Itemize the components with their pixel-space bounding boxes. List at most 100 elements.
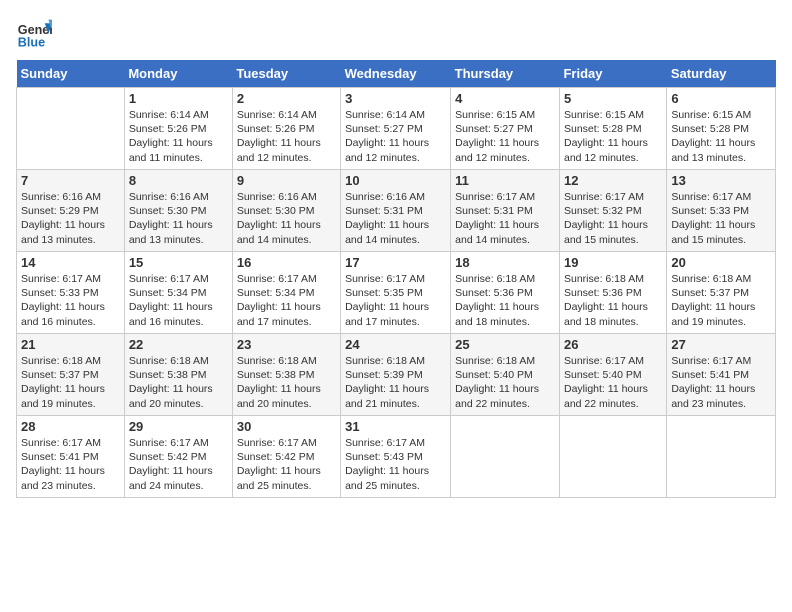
calendar-cell: 5 Sunrise: 6:15 AM Sunset: 5:28 PM Daylig… [559,88,666,170]
day-number: 4 [455,91,555,106]
page-header: General Blue [16,16,776,52]
calendar-cell: 30 Sunrise: 6:17 AM Sunset: 5:42 PM Dayli… [232,416,340,498]
day-number: 15 [129,255,228,270]
day-number: 26 [564,337,662,352]
calendar-cell [667,416,776,498]
col-header-wednesday: Wednesday [341,60,451,88]
calendar-cell: 9 Sunrise: 6:16 AM Sunset: 5:30 PM Daylig… [232,170,340,252]
day-info: Sunrise: 6:16 AM Sunset: 5:30 PM Dayligh… [129,190,228,247]
calendar-cell: 14Sunrise: 6:17 AM Sunset: 5:33 PM Dayli… [17,252,125,334]
calendar-cell: 2 Sunrise: 6:14 AM Sunset: 5:26 PM Daylig… [232,88,340,170]
day-info: Sunrise: 6:18 AM Sunset: 5:36 PM Dayligh… [564,272,662,329]
day-info: Sunrise: 6:17 AM Sunset: 5:34 PM Dayligh… [237,272,336,329]
day-number: 28 [21,419,120,434]
col-header-tuesday: Tuesday [232,60,340,88]
day-info: Sunrise: 6:15 AM Sunset: 5:27 PM Dayligh… [455,108,555,165]
day-info: Sunrise: 6:17 AM Sunset: 5:40 PM Dayligh… [564,354,662,411]
col-header-saturday: Saturday [667,60,776,88]
calendar-cell: 28Sunrise: 6:17 AM Sunset: 5:41 PM Dayli… [17,416,125,498]
day-number: 9 [237,173,336,188]
day-number: 30 [237,419,336,434]
calendar-cell: 16 Sunrise: 6:17 AM Sunset: 5:34 PM Dayli… [232,252,340,334]
day-info: Sunrise: 6:18 AM Sunset: 5:37 PM Dayligh… [671,272,771,329]
day-info: Sunrise: 6:16 AM Sunset: 5:31 PM Dayligh… [345,190,446,247]
col-header-thursday: Thursday [451,60,560,88]
calendar-cell: 27Sunrise: 6:17 AM Sunset: 5:41 PM Dayli… [667,334,776,416]
col-header-sunday: Sunday [17,60,125,88]
calendar-cell: 18Sunrise: 6:18 AM Sunset: 5:36 PM Dayli… [451,252,560,334]
calendar-cell: 11 Sunrise: 6:17 AM Sunset: 5:31 PM Dayli… [451,170,560,252]
day-number: 12 [564,173,662,188]
calendar-cell: 24Sunrise: 6:18 AM Sunset: 5:39 PM Dayli… [341,334,451,416]
day-info: Sunrise: 6:14 AM Sunset: 5:26 PM Dayligh… [237,108,336,165]
day-info: Sunrise: 6:17 AM Sunset: 5:32 PM Dayligh… [564,190,662,247]
calendar-cell: 3Sunrise: 6:14 AM Sunset: 5:27 PM Daylig… [341,88,451,170]
day-info: Sunrise: 6:18 AM Sunset: 5:38 PM Dayligh… [237,354,336,411]
day-number: 7 [21,173,120,188]
day-number: 31 [345,419,446,434]
calendar-cell: 23 Sunrise: 6:18 AM Sunset: 5:38 PM Dayli… [232,334,340,416]
calendar-cell: 6 Sunrise: 6:15 AM Sunset: 5:28 PM Daylig… [667,88,776,170]
calendar-cell: 31 Sunrise: 6:17 AM Sunset: 5:43 PM Dayli… [341,416,451,498]
day-number: 13 [671,173,771,188]
day-info: Sunrise: 6:17 AM Sunset: 5:33 PM Dayligh… [671,190,771,247]
week-row-4: 21 Sunrise: 6:18 AM Sunset: 5:37 PM Dayli… [17,334,776,416]
calendar-cell: 26 Sunrise: 6:17 AM Sunset: 5:40 PM Dayli… [559,334,666,416]
day-info: Sunrise: 6:17 AM Sunset: 5:35 PM Dayligh… [345,272,446,329]
day-info: Sunrise: 6:18 AM Sunset: 5:40 PM Dayligh… [455,354,555,411]
calendar-cell: 12 Sunrise: 6:17 AM Sunset: 5:32 PM Dayli… [559,170,666,252]
col-header-friday: Friday [559,60,666,88]
calendar-cell: 15 Sunrise: 6:17 AM Sunset: 5:34 PM Dayli… [124,252,232,334]
logo: General Blue [16,16,52,52]
calendar-cell: 29Sunrise: 6:17 AM Sunset: 5:42 PM Dayli… [124,416,232,498]
day-info: Sunrise: 6:16 AM Sunset: 5:29 PM Dayligh… [21,190,120,247]
calendar-cell: 1Sunrise: 6:14 AM Sunset: 5:26 PM Daylig… [124,88,232,170]
day-number: 8 [129,173,228,188]
calendar-cell: 25 Sunrise: 6:18 AM Sunset: 5:40 PM Dayli… [451,334,560,416]
day-info: Sunrise: 6:18 AM Sunset: 5:38 PM Dayligh… [129,354,228,411]
calendar-cell: 19 Sunrise: 6:18 AM Sunset: 5:36 PM Dayli… [559,252,666,334]
week-row-5: 28Sunrise: 6:17 AM Sunset: 5:41 PM Dayli… [17,416,776,498]
day-number: 29 [129,419,228,434]
day-number: 24 [345,337,446,352]
day-number: 23 [237,337,336,352]
day-number: 6 [671,91,771,106]
calendar-cell: 7 Sunrise: 6:16 AM Sunset: 5:29 PM Daylig… [17,170,125,252]
day-number: 16 [237,255,336,270]
week-row-3: 14Sunrise: 6:17 AM Sunset: 5:33 PM Dayli… [17,252,776,334]
day-info: Sunrise: 6:16 AM Sunset: 5:30 PM Dayligh… [237,190,336,247]
calendar-cell: 10 Sunrise: 6:16 AM Sunset: 5:31 PM Dayli… [341,170,451,252]
calendar-cell: 17 Sunrise: 6:17 AM Sunset: 5:35 PM Dayli… [341,252,451,334]
calendar-cell [17,88,125,170]
day-number: 5 [564,91,662,106]
day-number: 19 [564,255,662,270]
day-number: 17 [345,255,446,270]
svg-text:Blue: Blue [18,36,45,50]
calendar-cell: 4 Sunrise: 6:15 AM Sunset: 5:27 PM Daylig… [451,88,560,170]
day-number: 25 [455,337,555,352]
col-header-monday: Monday [124,60,232,88]
calendar-cell: 8 Sunrise: 6:16 AM Sunset: 5:30 PM Daylig… [124,170,232,252]
day-info: Sunrise: 6:17 AM Sunset: 5:34 PM Dayligh… [129,272,228,329]
day-number: 14 [21,255,120,270]
day-number: 11 [455,173,555,188]
week-row-1: 1 Sunrise: 6:14 AM Sunset: 5:26 PM Daylig… [17,88,776,170]
day-info: Sunrise: 6:17 AM Sunset: 5:42 PM Dayligh… [237,436,336,493]
day-info: Sunrise: 6:18 AM Sunset: 5:37 PM Dayligh… [21,354,120,411]
day-info: Sunrise: 6:14 AM Sunset: 5:27 PM Dayligh… [345,108,446,165]
day-info: Sunrise: 6:15 AM Sunset: 5:28 PM Dayligh… [564,108,662,165]
calendar-table: SundayMondayTuesdayWednesdayThursdayFrid… [16,60,776,498]
day-number: 2 [237,91,336,106]
day-number: 1 [129,91,228,106]
day-number: 18 [455,255,555,270]
day-number: 10 [345,173,446,188]
day-number: 21 [21,337,120,352]
day-info: Sunrise: 6:17 AM Sunset: 5:41 PM Dayligh… [671,354,771,411]
day-info: Sunrise: 6:15 AM Sunset: 5:28 PM Dayligh… [671,108,771,165]
day-info: Sunrise: 6:17 AM Sunset: 5:43 PM Dayligh… [345,436,446,493]
calendar-cell: 21 Sunrise: 6:18 AM Sunset: 5:37 PM Dayli… [17,334,125,416]
calendar-cell [451,416,560,498]
calendar-cell: 22Sunrise: 6:18 AM Sunset: 5:38 PM Dayli… [124,334,232,416]
day-info: Sunrise: 6:17 AM Sunset: 5:31 PM Dayligh… [455,190,555,247]
logo-icon: General Blue [16,16,52,52]
